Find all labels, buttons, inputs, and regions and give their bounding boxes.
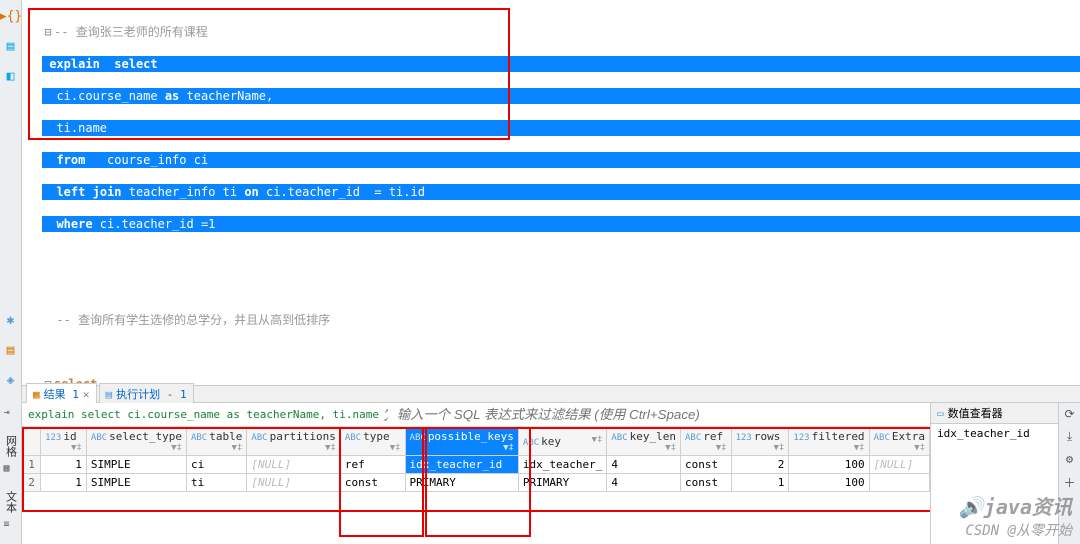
results-table[interactable]: 123id▼‡ ABCselect_type▼‡ ABCtable▼‡ ABCp… [22,427,930,492]
grid-icon[interactable]: ▦ [4,463,18,477]
cell-partitions[interactable]: [NULL] [247,474,341,492]
cell-select-type[interactable]: SIMPLE [86,456,186,474]
results-main: explain select ci.course_name as teacher… [22,403,930,544]
cell-key-len[interactable]: 4 [607,474,681,492]
cell-rows[interactable]: 1 [731,474,789,492]
fold-toggle[interactable]: ⊟ [42,24,54,40]
col-rownum[interactable] [23,428,41,456]
cell-extra[interactable] [869,474,929,492]
cell-key[interactable]: PRIMARY [518,474,606,492]
col-key-len[interactable]: ABCkey_len▼‡ [607,428,681,456]
tab-results[interactable]: ▦结果 1 ✕ [26,383,97,405]
col-partitions[interactable]: ABCpartitions▼‡ [247,428,341,456]
col-key[interactable]: ABCkey▼‡ [518,428,606,456]
col-table[interactable]: ABCtable▼‡ [186,428,246,456]
col-rows[interactable]: 123rows▼‡ [731,428,789,456]
cell-partitions[interactable]: [NULL] [247,456,341,474]
run-script-icon[interactable]: ▶{} [3,8,19,24]
col-possible-keys[interactable]: ABCpossible_keys▼‡ [405,428,518,456]
cell-table[interactable]: ci [186,456,246,474]
text-view-label[interactable]: 文本 [3,483,19,513]
diamond-icon[interactable]: ◈ [3,372,19,388]
expand-collapse-icon[interactable]: ↗↙ [382,407,391,423]
table-row[interactable]: 2 1 SIMPLE ti [NULL] const PRIMARY PRIMA… [23,474,930,492]
table-row[interactable]: 1 1 SIMPLE ci [NULL] ref idx_teacher_id … [23,456,930,474]
settings-icon[interactable]: ⚙ [1066,452,1073,466]
grid-wrap[interactable]: 123id▼‡ ABCselect_type▼‡ ABCtable▼‡ ABCp… [22,427,930,544]
star-icon[interactable]: ✱ [3,312,19,328]
text-icon[interactable]: ≡ [4,519,18,533]
filter-row: explain select ci.course_name as teacher… [22,403,930,427]
cell-type[interactable]: const [340,474,405,492]
code-block: ⊟-- 查询张三老师的所有课程 explain select ci.course… [22,0,1080,385]
layout-icon[interactable]: ◧ [3,68,19,84]
cell-key[interactable]: idx_teacher_ [518,456,606,474]
cell-filtered[interactable]: 100 [789,474,869,492]
plus-icon[interactable]: ＋ [1063,474,1075,491]
cell-possible-keys[interactable]: PRIMARY [405,474,518,492]
col-id[interactable]: 123id▼‡ [41,428,87,456]
sql-editor[interactable]: ⊟-- 查询张三老师的所有课程 explain select ci.course… [22,0,1080,385]
filter-input[interactable] [391,407,930,422]
row-number: 1 [23,456,41,474]
results-left-bar: ⇥ 网格 ▦ 文本 ≡ [0,403,22,544]
cell-table[interactable]: ti [186,474,246,492]
col-filtered[interactable]: 123filtered▼‡ [789,428,869,456]
panel-icon: ▭ [937,407,944,420]
cell-possible-keys[interactable]: idx_teacher_id [405,456,518,474]
right-toolbar: ⟳ ⤓ ⚙ ＋ [1058,403,1080,544]
table-header-row: 123id▼‡ ABCselect_type▼‡ ABCtable▼‡ ABCp… [23,428,930,456]
cell-id[interactable]: 1 [41,456,87,474]
cell-ref[interactable]: const [681,456,732,474]
panel-icon[interactable]: ▤ [3,38,19,54]
results-pane: ⇥ 网格 ▦ 文本 ≡ explain select ci.course_nam… [0,403,1080,544]
grid-view-label[interactable]: 网格 [3,427,19,457]
cell-extra[interactable]: [NULL] [869,456,929,474]
col-type[interactable]: ABCtype▼‡ [340,428,405,456]
cell-filtered[interactable]: 100 [789,456,869,474]
col-extra[interactable]: ABCExtra▼‡ [869,428,929,456]
row-number: 2 [23,474,41,492]
pin-icon[interactable]: ⇥ [4,407,18,421]
cell-id[interactable]: 1 [41,474,87,492]
list-icon[interactable]: ▤ [3,342,19,358]
refresh-icon[interactable]: ⟳ [1064,407,1074,421]
export-icon[interactable]: ⤓ [1067,429,1072,444]
col-ref[interactable]: ABCref▼‡ [681,428,732,456]
cell-rows[interactable]: 2 [731,456,789,474]
cell-ref[interactable]: const [681,474,732,492]
pane-splitter[interactable]: ▦结果 1 ✕ ▤执行计划 - 1 [22,385,1080,403]
col-select-type[interactable]: ABCselect_type▼‡ [86,428,186,456]
close-icon[interactable]: ✕ [83,388,90,401]
tab-execution-plan[interactable]: ▤执行计划 - 1 [99,383,194,405]
cell-key-len[interactable]: 4 [607,456,681,474]
cell-type[interactable]: ref [340,456,405,474]
cell-select-type[interactable]: SIMPLE [86,474,186,492]
query-echo-text: explain select ci.course_name as teacher… [22,408,382,421]
